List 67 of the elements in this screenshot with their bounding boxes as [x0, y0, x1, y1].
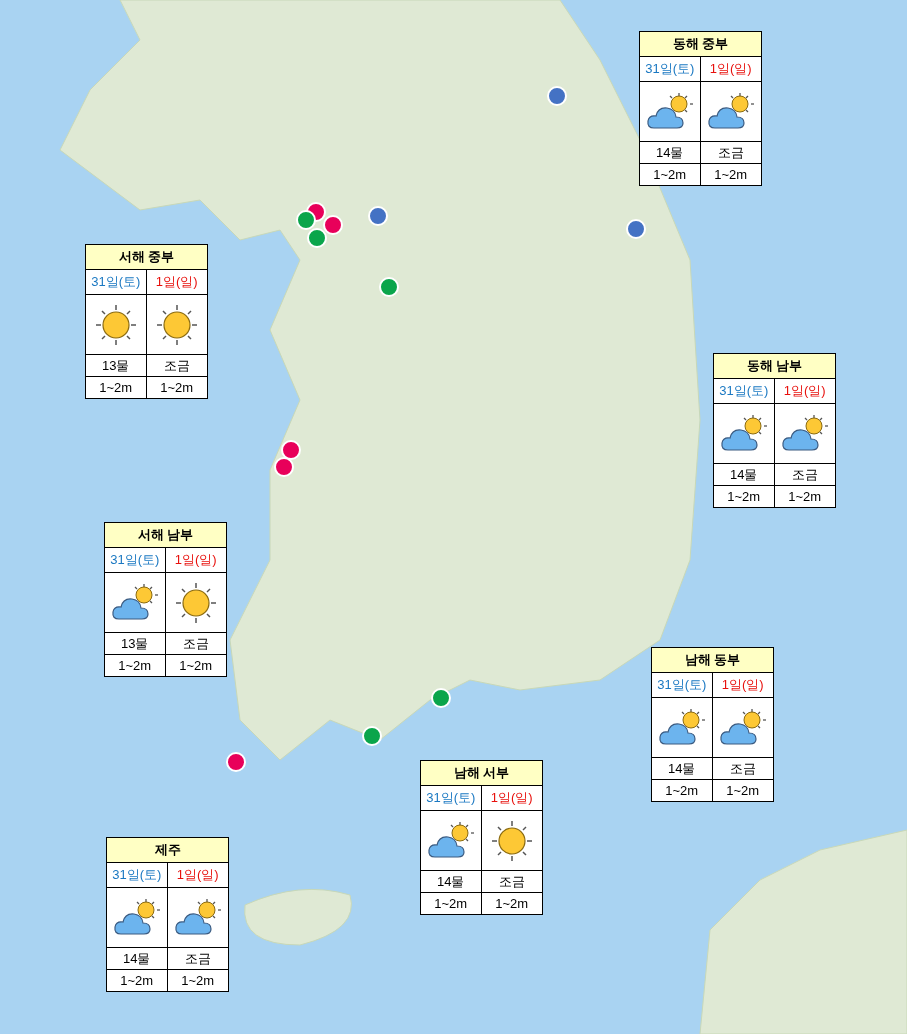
cloud-sun-icon: [173, 897, 222, 938]
wave-height-text: 1~2m: [787, 487, 823, 506]
date-label: 1일(일): [720, 676, 765, 695]
cloud-sun-icon: [645, 91, 694, 132]
sun-icon: [173, 580, 218, 625]
tide-text: 13물: [86, 355, 147, 376]
date-label: 1일(일): [154, 273, 199, 292]
cloud-sun-icon: [426, 820, 475, 861]
region-title: 서해 중부: [86, 245, 207, 270]
wave-height-text: 1~2m: [652, 780, 713, 801]
region-title: 동해 중부: [640, 32, 761, 57]
date-label: 31일(토): [652, 673, 713, 697]
region-title: 남해 동부: [652, 648, 773, 673]
tide-text: 조금: [790, 465, 819, 484]
date-label: 31일(토): [86, 270, 147, 294]
sun-icon: [154, 302, 199, 347]
date-label: 1일(일): [782, 382, 827, 401]
map-marker[interactable]: [323, 215, 343, 235]
date-label: 1일(일): [175, 866, 220, 885]
date-label: 31일(토): [421, 786, 482, 810]
cloud-sun-icon: [112, 897, 161, 938]
cloud-sun-icon: [718, 707, 767, 748]
tide-text: 조금: [497, 872, 526, 891]
tide-text: 조금: [183, 949, 212, 968]
wave-height-text: 1~2m: [178, 656, 214, 675]
map-marker[interactable]: [226, 752, 246, 772]
cloud-sun-icon: [719, 413, 768, 454]
date-label: 31일(토): [714, 379, 775, 403]
date-label: 31일(토): [105, 548, 166, 572]
wave-height-text: 1~2m: [107, 970, 168, 991]
cloud-sun-icon: [657, 707, 706, 748]
region-title: 제주: [107, 838, 228, 863]
wave-height-text: 1~2m: [86, 377, 147, 398]
tide-text: 14물: [421, 871, 482, 892]
region-title: 남해 서부: [421, 761, 542, 786]
date-label: 1일(일): [489, 789, 534, 808]
map-marker[interactable]: [431, 688, 451, 708]
wave-height-text: 1~2m: [725, 781, 761, 800]
date-label: 1일(일): [173, 551, 218, 570]
region-title: 동해 남부: [714, 354, 835, 379]
tide-text: 조금: [728, 759, 757, 778]
wave-height-text: 1~2m: [159, 378, 195, 397]
cloud-sun-icon: [706, 91, 755, 132]
date-label: 31일(토): [107, 863, 168, 887]
map-marker[interactable]: [362, 726, 382, 746]
wave-height-text: 1~2m: [421, 893, 482, 914]
wave-height-text: 1~2m: [713, 165, 749, 184]
cloud-sun-icon: [780, 413, 829, 454]
sun-icon: [93, 302, 138, 347]
wave-height-text: 1~2m: [494, 894, 530, 913]
date-label: 1일(일): [708, 60, 753, 79]
wave-height-text: 1~2m: [714, 486, 775, 507]
wave-height-text: 1~2m: [180, 971, 216, 990]
region-title: 서해 남부: [105, 523, 226, 548]
tide-text: 14물: [640, 142, 701, 163]
wave-height-text: 1~2m: [640, 164, 701, 185]
tide-text: 14물: [714, 464, 775, 485]
tide-text: 조금: [162, 356, 191, 375]
tide-text: 14물: [652, 758, 713, 779]
tide-text: 조금: [181, 634, 210, 653]
tide-text: 14물: [107, 948, 168, 969]
tide-text: 조금: [716, 143, 745, 162]
sun-icon: [489, 818, 534, 863]
wave-height-text: 1~2m: [105, 655, 166, 676]
tide-text: 13물: [105, 633, 166, 654]
date-label: 31일(토): [640, 57, 701, 81]
cloud-sun-icon: [110, 582, 159, 623]
